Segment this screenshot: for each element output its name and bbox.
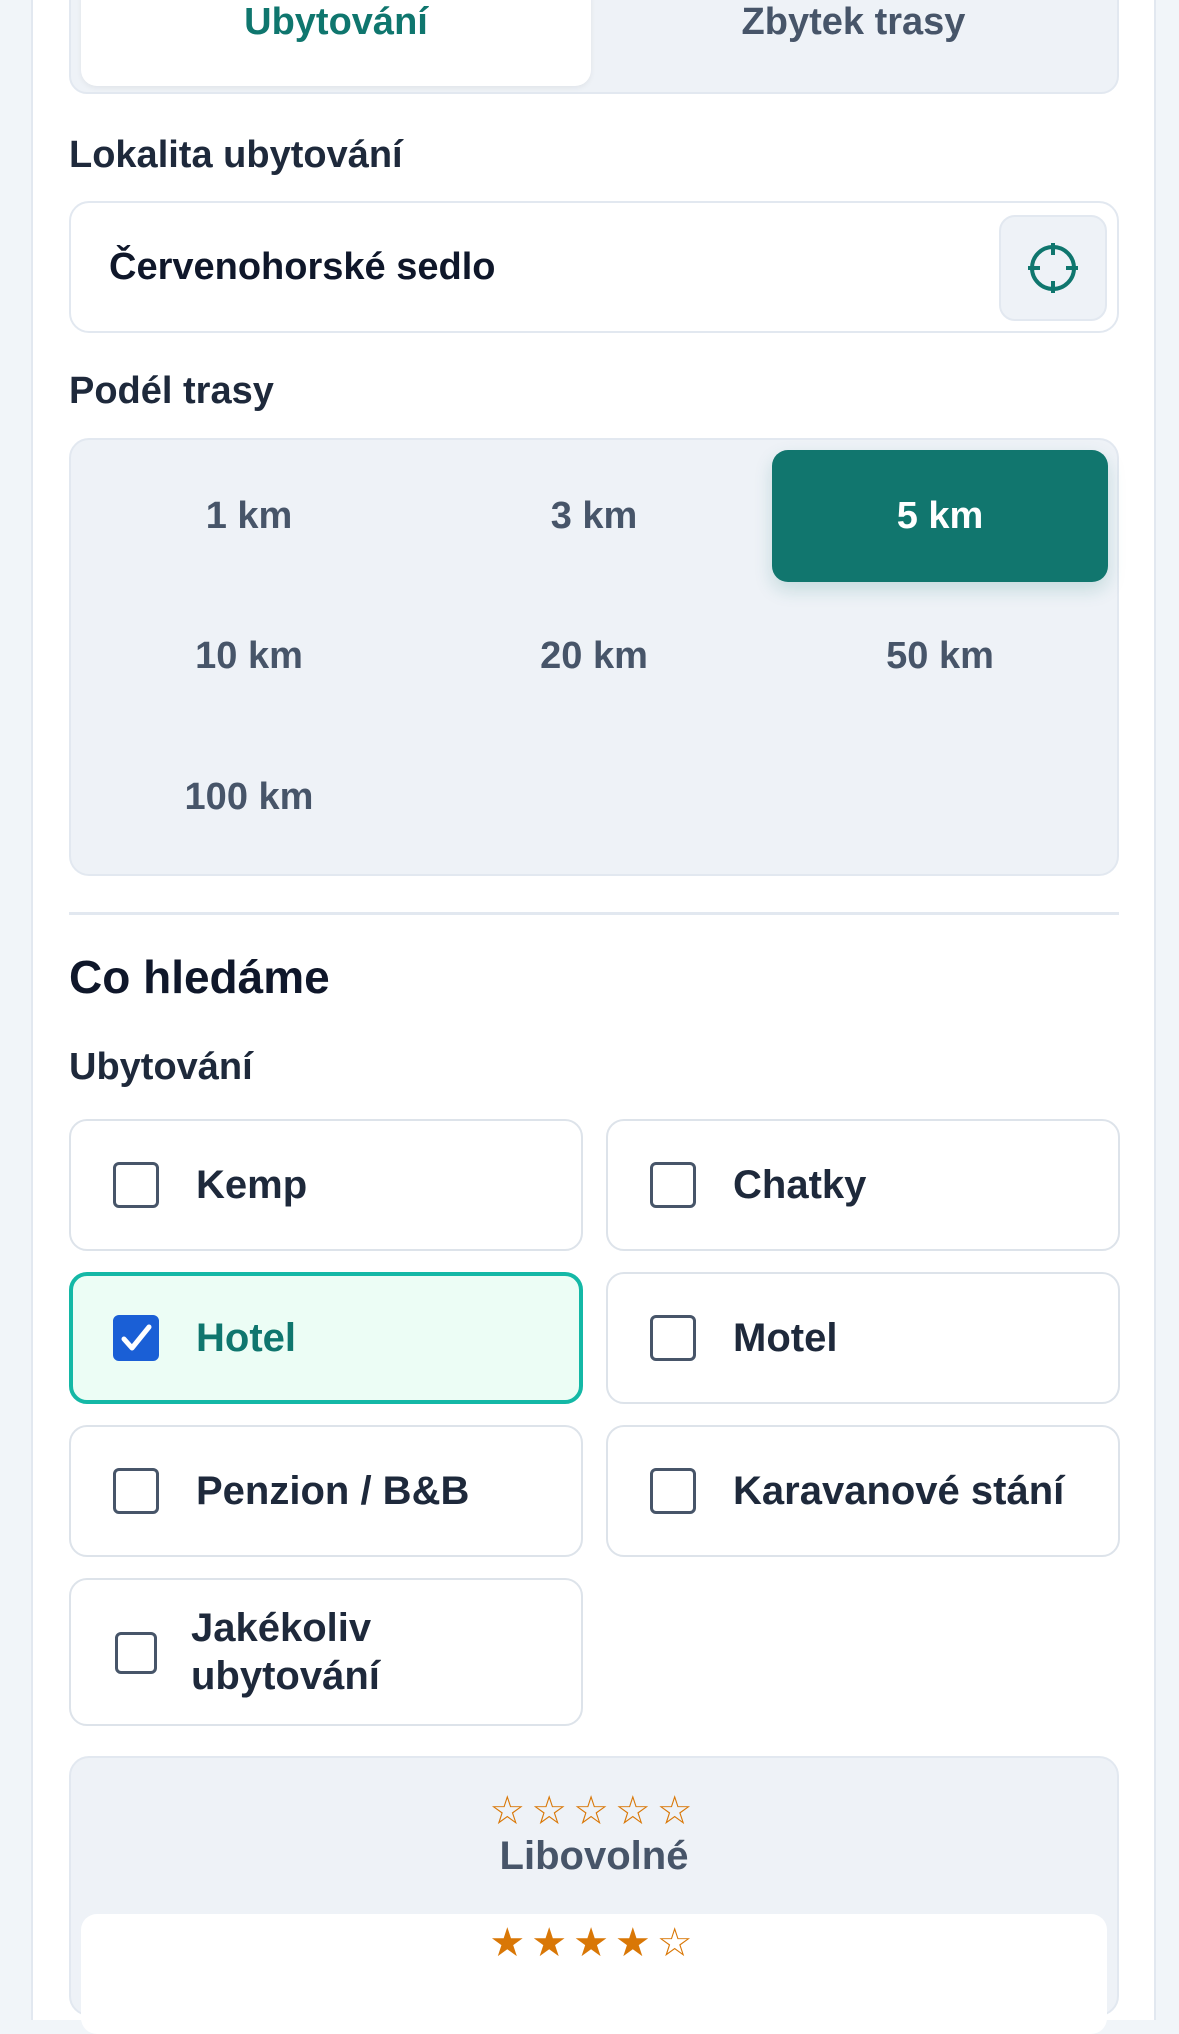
distance-option-100km[interactable]: 100 km (81, 731, 417, 863)
option-label: Kemp (196, 1162, 308, 1207)
option-label: Hotel (196, 1315, 296, 1360)
rating-option-4-stars[interactable]: ★★★★☆ (81, 1914, 1107, 2034)
checkbox-checked[interactable] (113, 1315, 159, 1361)
distance-label: Podél trasy (69, 370, 274, 412)
option-label: Penzion / B&B (196, 1468, 470, 1513)
option-hotel[interactable]: Hotel (69, 1272, 583, 1404)
option-penzion[interactable]: Penzion / B&B (69, 1425, 583, 1557)
distance-option-3km[interactable]: 3 km (426, 450, 762, 582)
rating-any-label[interactable]: Libovolné (71, 1834, 1117, 1879)
distance-option-50km[interactable]: 50 km (772, 590, 1108, 722)
distance-option-5km[interactable]: 5 km (772, 450, 1108, 582)
checkbox[interactable] (650, 1315, 696, 1361)
distance-option-10km[interactable]: 10 km (81, 590, 417, 722)
distance-option-1km[interactable]: 1 km (81, 450, 417, 582)
checkbox[interactable] (650, 1162, 696, 1208)
option-motel[interactable]: Motel (606, 1272, 1120, 1404)
checkbox[interactable] (113, 1468, 159, 1514)
section-divider (69, 912, 1119, 915)
option-chatky[interactable]: Chatky (606, 1119, 1120, 1251)
option-label: Jakékoliv ubytování (191, 1606, 380, 1698)
star-filled-icon: ★★★★☆ (489, 1921, 699, 1965)
location-field[interactable]: Červenohorské sedlo (69, 201, 1119, 333)
checkmark-icon (121, 1324, 152, 1351)
option-label: Motel (733, 1315, 838, 1360)
option-label: Karavanové stání (733, 1468, 1065, 1513)
option-label: Chatky (733, 1162, 867, 1207)
checkbox[interactable] (113, 1162, 159, 1208)
accommodation-label: Ubytování (69, 1046, 253, 1088)
rating-selector: ☆☆☆☆☆ Libovolné ★★★★☆ (69, 1756, 1119, 2034)
section-title: Co hledáme (69, 951, 330, 1003)
location-value[interactable]: Červenohorské sedlo (109, 203, 495, 331)
tab-rest-of-route[interactable]: Zbytek trasy (596, 0, 1111, 86)
star-outline-icon[interactable]: ☆☆☆☆☆ (71, 1788, 1117, 1834)
tab-accommodation[interactable]: Ubytování (81, 0, 591, 86)
mode-tabs: Ubytování Zbytek trasy (69, 0, 1119, 94)
checkbox[interactable] (115, 1632, 157, 1674)
crosshair-icon (1028, 243, 1078, 293)
option-karavan[interactable]: Karavanové stání (606, 1425, 1120, 1557)
checkbox[interactable] (650, 1468, 696, 1514)
locate-button[interactable] (999, 215, 1107, 321)
location-label: Lokalita ubytování (69, 134, 403, 176)
distance-selector: 1 km 3 km 5 km 10 km 20 km 50 km 100 km (69, 438, 1119, 876)
option-kemp[interactable]: Kemp (69, 1119, 583, 1251)
option-any[interactable]: Jakékoliv ubytování (69, 1578, 583, 1726)
distance-option-20km[interactable]: 20 km (426, 590, 762, 722)
